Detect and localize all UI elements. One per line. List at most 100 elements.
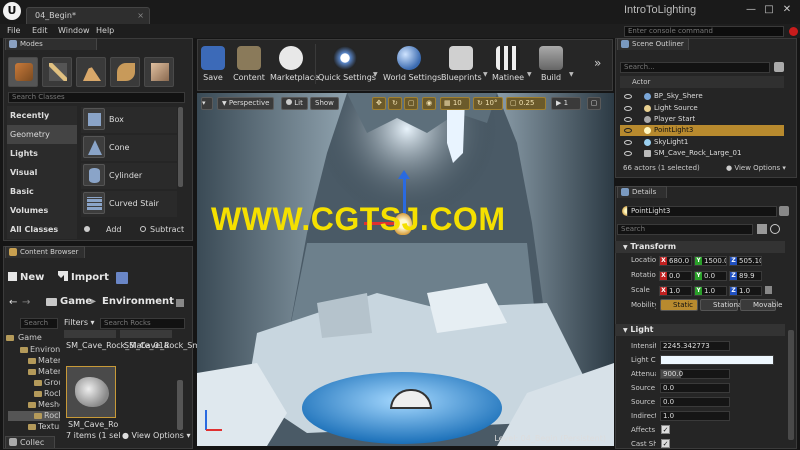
location-label[interactable]: Location [631,256,656,264]
maximize-icon[interactable]: □ [762,4,776,16]
visibility-eye-icon[interactable] [624,117,632,122]
indirect-intensity-label[interactable]: Indirect [631,412,656,420]
blueprints-dropdown-icon[interactable]: ▼ [483,71,488,78]
scale-z-field[interactable]: Z 1.0 [729,286,762,296]
toolbar-overflow-icon[interactable]: » [594,56,601,70]
place-item-box[interactable]: Box [81,107,177,133]
light-section-header[interactable]: ▼ Light [615,324,785,336]
tree-rock-selected[interactable]: Rock [8,411,60,421]
search-classes-input[interactable]: Search Classes [8,92,185,103]
attenuation-label[interactable]: Attenuation [631,370,656,378]
visibility-eye-icon[interactable] [624,128,632,133]
foliage-mode-button[interactable] [110,57,140,87]
grid-snap-value[interactable]: ▦ 10 [440,97,470,110]
asset-search-input[interactable]: Search Rocks [100,318,185,329]
geometry-edit-mode-button[interactable] [144,57,174,87]
back-arrow-icon[interactable]: ← [9,297,17,308]
affects-world-label[interactable]: Affects [631,426,656,434]
place-list-scrollbar[interactable] [178,107,183,187]
lit-view-mode-dropdown[interactable]: Lit [281,97,308,110]
place-item-cylinder[interactable]: Cylinder [81,163,177,189]
outliner-row-pointlight3[interactable]: PointLight3 [620,125,784,136]
toolbar-content-button[interactable]: Content [232,42,266,86]
save-all-icon[interactable] [116,272,128,284]
matinee-dropdown-icon[interactable]: ▼ [527,71,532,78]
viewport-options-dropdown[interactable]: ▾ [201,97,213,110]
rotate-gizmo-icon[interactable]: ↻ [388,97,402,110]
visibility-eye-icon[interactable] [624,106,632,111]
cast-shadows-checkbox[interactable]: ✓ [661,439,670,448]
console-clear-icon[interactable] [789,27,798,36]
affects-world-checkbox[interactable]: ✓ [661,425,670,434]
close-window-icon[interactable]: ✕ [780,4,794,16]
category-recently-placed[interactable]: Recently Placed [7,106,77,139]
rotation-x-field[interactable]: X 0.0 [659,271,692,281]
filters-dropdown[interactable]: Filters ▾ [64,317,98,329]
source-radius-field[interactable]: 0.0 [660,383,730,393]
light-color-swatch[interactable] [660,355,774,365]
location-z-field[interactable]: Z 505.10 [729,256,762,266]
asset-label-small[interactable]: SM_Cave_Rock_Small_01a [124,341,229,351]
rotation-snap-value[interactable]: ↻ 10° [473,97,503,110]
scale-lock-icon[interactable] [765,286,772,294]
asset-label-slate[interactable]: SM_Cave_Rock_Slate_01a [66,341,169,351]
visibility-eye-icon[interactable] [624,151,632,156]
visibility-eye-icon[interactable] [624,94,632,99]
location-x-field[interactable]: X 680.0 [659,256,692,266]
category-all-classes[interactable]: All Classes [7,220,77,239]
intensity-label[interactable]: Intensity [631,342,656,350]
outliner-view-options-button[interactable]: ● View Options ▾ [726,164,786,172]
place-mode-button[interactable] [8,57,38,87]
source-length-field[interactable]: 0.0 [660,397,730,407]
outliner-row-sm-cave-rock[interactable]: SM_Cave_Rock_Large_01 [620,148,784,159]
cb-view-options-button[interactable]: ● View Options ▾ [122,431,191,441]
scale-y-field[interactable]: Y 1.0 [694,286,727,296]
mobility-static-button[interactable]: Static [660,299,698,311]
path-crumb-environment[interactable]: Environment [102,296,174,307]
asset-list-scrollbar[interactable] [177,380,183,430]
maximize-viewport-icon[interactable]: ▢ [587,97,601,110]
tree-meshes[interactable]: Meshes [8,400,60,410]
source-length-label[interactable]: Source [631,398,656,406]
category-volumes[interactable]: Volumes [7,201,77,220]
actor-name-field[interactable]: PointLight3 [627,206,777,217]
outliner-search-input[interactable]: Search... [620,62,770,73]
toolbar-quick-settings-button[interactable]: Quick Settings [318,42,376,86]
build-dropdown-icon[interactable]: ▼ [569,71,574,78]
outliner-actor-column-header[interactable]: Actor [620,76,784,88]
world-local-icon[interactable]: ◉ [422,97,436,110]
tree-environment[interactable]: Environment [8,345,60,355]
collections-tab[interactable]: Collec [5,436,55,448]
subtract-brush-label[interactable]: Subtract [150,225,184,234]
rotation-z-field[interactable]: Z 89.9 [729,271,762,281]
attenuation-radius-slider[interactable]: 900.0 [660,369,730,379]
level-document-tab[interactable]: 04_Begin* × [26,7,150,24]
mobility-movable-button[interactable]: Movable [740,299,782,311]
add-brush-label[interactable]: Add [106,225,122,234]
location-y-field[interactable]: Y 1500.0 [694,256,727,266]
z-axis-arrowhead-icon[interactable] [398,170,410,179]
menu-edit[interactable]: Edit [32,26,48,35]
content-browser-tab[interactable]: Content Browser [5,246,85,258]
place-item-curved-stair[interactable]: Curved Stair [81,191,177,217]
light-color-label[interactable]: Light Color [631,356,656,364]
toolbar-marketplace-button[interactable]: Marketplace [270,42,319,86]
menu-help[interactable]: Help [96,26,114,35]
menu-window[interactable]: Window [58,26,90,35]
new-asset-button[interactable]: New [8,270,54,286]
landscape-mode-button[interactable] [76,57,106,87]
tree-rock[interactable]: Rock [8,389,60,399]
indirect-intensity-field[interactable]: 1.0 [660,411,730,421]
source-radius-label[interactable]: Source [631,384,656,392]
category-visual[interactable]: Visual [7,163,77,182]
camera-speed-button[interactable]: ▶ 1 [551,97,581,110]
path-crumb-game[interactable]: Game [60,296,92,307]
show-flags-dropdown[interactable]: Show [310,97,339,110]
outliner-row-light-source[interactable]: Light Source [620,103,784,114]
translate-gizmo-icon[interactable]: ✥ [372,97,386,110]
tree-textures[interactable]: Textures [8,422,60,432]
scale-snap-value[interactable]: ▢ 0.25 [506,97,546,110]
toolbar-matinee-button[interactable]: Matinee [491,42,525,86]
folder-search-input[interactable]: Search [20,318,58,329]
scene-outliner-tab[interactable]: Scene Outliner [617,38,689,50]
